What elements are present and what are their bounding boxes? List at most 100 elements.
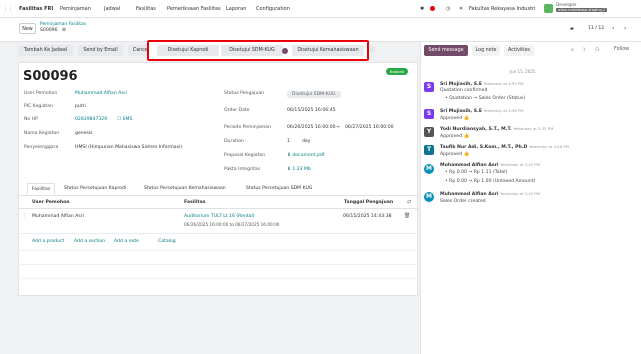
attachment-icon[interactable]: ▰: [570, 26, 574, 32]
status-ribbon: Booked: [386, 68, 409, 75]
add-product-link[interactable]: Add a product: [32, 239, 64, 244]
pager-next-icon[interactable]: ›: [624, 25, 626, 32]
message-author: Sri Mujiasih, S.E Yesterday at 4:56 PM: [440, 108, 524, 114]
author-avatar: T: [424, 145, 434, 155]
nama-kegiatan-value[interactable]: genesis: [75, 131, 93, 136]
user-role: Developer: [556, 2, 577, 7]
stage-kaprodi[interactable]: Disetujui Kaprodi: [157, 45, 219, 56]
label-no-hp: No HP: [24, 117, 38, 122]
stage-sdm-kug[interactable]: Disetujui SDM-KUG: [221, 45, 283, 56]
no-hp-value[interactable]: 02839847329: [75, 117, 107, 122]
message-author: Sri Mujiasih, S.E Yesterday at 4:55 PM: [440, 81, 524, 87]
record-title: S00096: [23, 69, 78, 84]
optional-columns-icon[interactable]: ⇄: [407, 199, 411, 205]
tab-persetujuan-kemahasiswaan[interactable]: Status Persetujuan Kemahasiswaan: [144, 183, 226, 195]
new-button[interactable]: New: [19, 23, 36, 34]
company-switcher[interactable]: Fakultas Rekayasa Industri: [469, 6, 535, 12]
follow-button[interactable]: Follow: [614, 47, 629, 52]
menu-jadwal[interactable]: Jadwal: [104, 6, 120, 12]
tools-icon[interactable]: ✕: [459, 6, 463, 12]
message-body: Approved 👍: [440, 134, 470, 139]
proposal-file[interactable]: ⬇ document.pdf: [287, 153, 324, 158]
duration-unit: day: [302, 139, 311, 144]
pakta-filesize: 1.23 Mb: [292, 167, 311, 172]
info-icon: ⓘ: [370, 47, 376, 53]
search-icon[interactable]: ⌕: [571, 47, 574, 53]
empty-row-line: [18, 250, 418, 251]
tambah-jadwal-button[interactable]: Tambah Ke Jadwal: [18, 45, 73, 56]
bug-icon[interactable]: ✱: [420, 6, 424, 12]
status-pengajuan-value: Disetujui SDM-KUG: [287, 91, 341, 98]
user-pemohon-value[interactable]: Muhammad Alfian Asri: [75, 91, 127, 96]
label-order-date: Order Date: [224, 108, 250, 113]
trash-icon[interactable]: 🗑: [404, 213, 410, 219]
add-section-link[interactable]: Add a section: [74, 239, 105, 244]
tab-persetujuan-kaprodi[interactable]: Status Persetujuan Kaprodi: [64, 183, 126, 195]
author-avatar: M: [424, 164, 434, 174]
paperclip-icon[interactable]: ⌇: [583, 47, 585, 53]
col-fasilitas[interactable]: Fasilitas: [184, 200, 205, 205]
menu-laporan[interactable]: Laporan: [226, 6, 246, 12]
menu-configuration[interactable]: Configuration: [256, 6, 290, 12]
author-avatar: S: [424, 109, 434, 119]
label-nama-kegiatan: Nama Kegiatan: [24, 131, 60, 136]
sms-button[interactable]: ☐ SMS: [117, 117, 132, 122]
order-date-value[interactable]: 06/15/2025 16:06:45: [287, 108, 336, 113]
control-panel: New Peminjaman Fasilitas S00096 ⚙ ▰ 11 /…: [0, 18, 641, 42]
label-proposal: Proposal Kegiatan: [224, 153, 266, 158]
row-facility[interactable]: Auditorium TULT Lt 16 (Rental): [184, 214, 255, 219]
proposal-filename: document.pdf: [292, 153, 325, 158]
breadcrumb-current: S00096: [40, 28, 58, 33]
catalog-link[interactable]: Catalog: [158, 239, 176, 244]
tab-persetujuan-sdm[interactable]: Status Persetujuan SDM KUG: [246, 183, 312, 195]
message-body: Approved 👍: [440, 116, 470, 121]
row-date[interactable]: 06/15/2025 14:43:38: [343, 214, 392, 219]
current-stage-dot: [282, 48, 288, 54]
periode-start-value[interactable]: 06/26/2025 16:00:00: [287, 125, 336, 130]
label-penyelenggara: Penyelenggara: [24, 145, 59, 150]
author-avatar: M: [424, 192, 434, 202]
menu-pemeriksaan[interactable]: Pemeriksaan Fasilitas: [167, 6, 221, 12]
author-avatar: S: [424, 82, 434, 92]
chat-icon[interactable]: [430, 6, 435, 12]
menu-fasilitas[interactable]: Fasilitas: [136, 6, 156, 12]
message-author: Yodi Nurdiansyah, S.T., M.T. Yesterday a…: [440, 126, 554, 132]
send-message-button[interactable]: Send message: [424, 45, 468, 56]
tab-fasilitas[interactable]: Fasilitas: [27, 183, 56, 195]
periode-end-value[interactable]: 06/27/2025 16:00:00: [345, 125, 394, 130]
duration-value[interactable]: 1: [287, 139, 290, 144]
penyelenggara-value[interactable]: HMSI (Himpunan Mahasiswa Sistem Informas…: [75, 145, 182, 150]
label-pic-kegiatan: PIC Kegiatan: [24, 104, 53, 109]
log-note-button[interactable]: Log note: [472, 45, 500, 56]
add-note-link[interactable]: Add a note: [114, 239, 139, 244]
activities-button[interactable]: Activities: [504, 45, 534, 56]
pakta-file[interactable]: ⬇ 1.23 Mb: [287, 167, 311, 172]
clock-icon[interactable]: ◷: [446, 6, 450, 12]
apps-menu-icon[interactable]: ⋮⋮: [3, 6, 13, 12]
gear-icon[interactable]: ⚙: [62, 28, 66, 33]
row-period: 06/26/2025 16:00:00 to 06/27/2025 16:00:…: [184, 222, 280, 227]
menu-peminjaman[interactable]: Peminjaman: [60, 6, 91, 12]
user-avatar[interactable]: [544, 4, 553, 13]
col-tanggal[interactable]: Tanggal Pengajuan: [344, 200, 393, 205]
date-separator: Jun 15, 2025: [510, 69, 536, 74]
row-divider: [18, 233, 418, 234]
pager-value[interactable]: 11 / 12: [588, 26, 604, 31]
pic-kegiatan-value[interactable]: putri: [75, 104, 86, 109]
label-status-pengajuan: Status Pengajuan: [224, 91, 265, 96]
col-user-pemohon[interactable]: User Pemohon: [32, 200, 70, 205]
phone-icon: ☐: [117, 117, 122, 122]
row-user[interactable]: Muhammad Alfian Asri: [32, 214, 84, 219]
arrow-right-icon: →: [336, 125, 340, 130]
send-email-button[interactable]: Send by Email: [78, 45, 123, 56]
followers-icon[interactable]: ⚇: [595, 47, 599, 53]
app-name[interactable]: Fasilitas FRI: [19, 6, 53, 12]
stage-kemahasiswaan[interactable]: Disetujui Kemahasiswaan: [292, 45, 364, 56]
sms-label: SMS: [122, 117, 133, 122]
label-user-pemohon: User Pemohon: [24, 91, 58, 96]
label-periode: Periode Peminjaman: [224, 125, 271, 130]
breadcrumb-parent[interactable]: Peminjaman Fasilitas: [40, 22, 86, 27]
pager-prev-icon[interactable]: ‹: [612, 25, 614, 32]
drag-handle-icon[interactable]: ⋮: [22, 213, 27, 219]
download-icon: ⬇: [287, 153, 291, 158]
